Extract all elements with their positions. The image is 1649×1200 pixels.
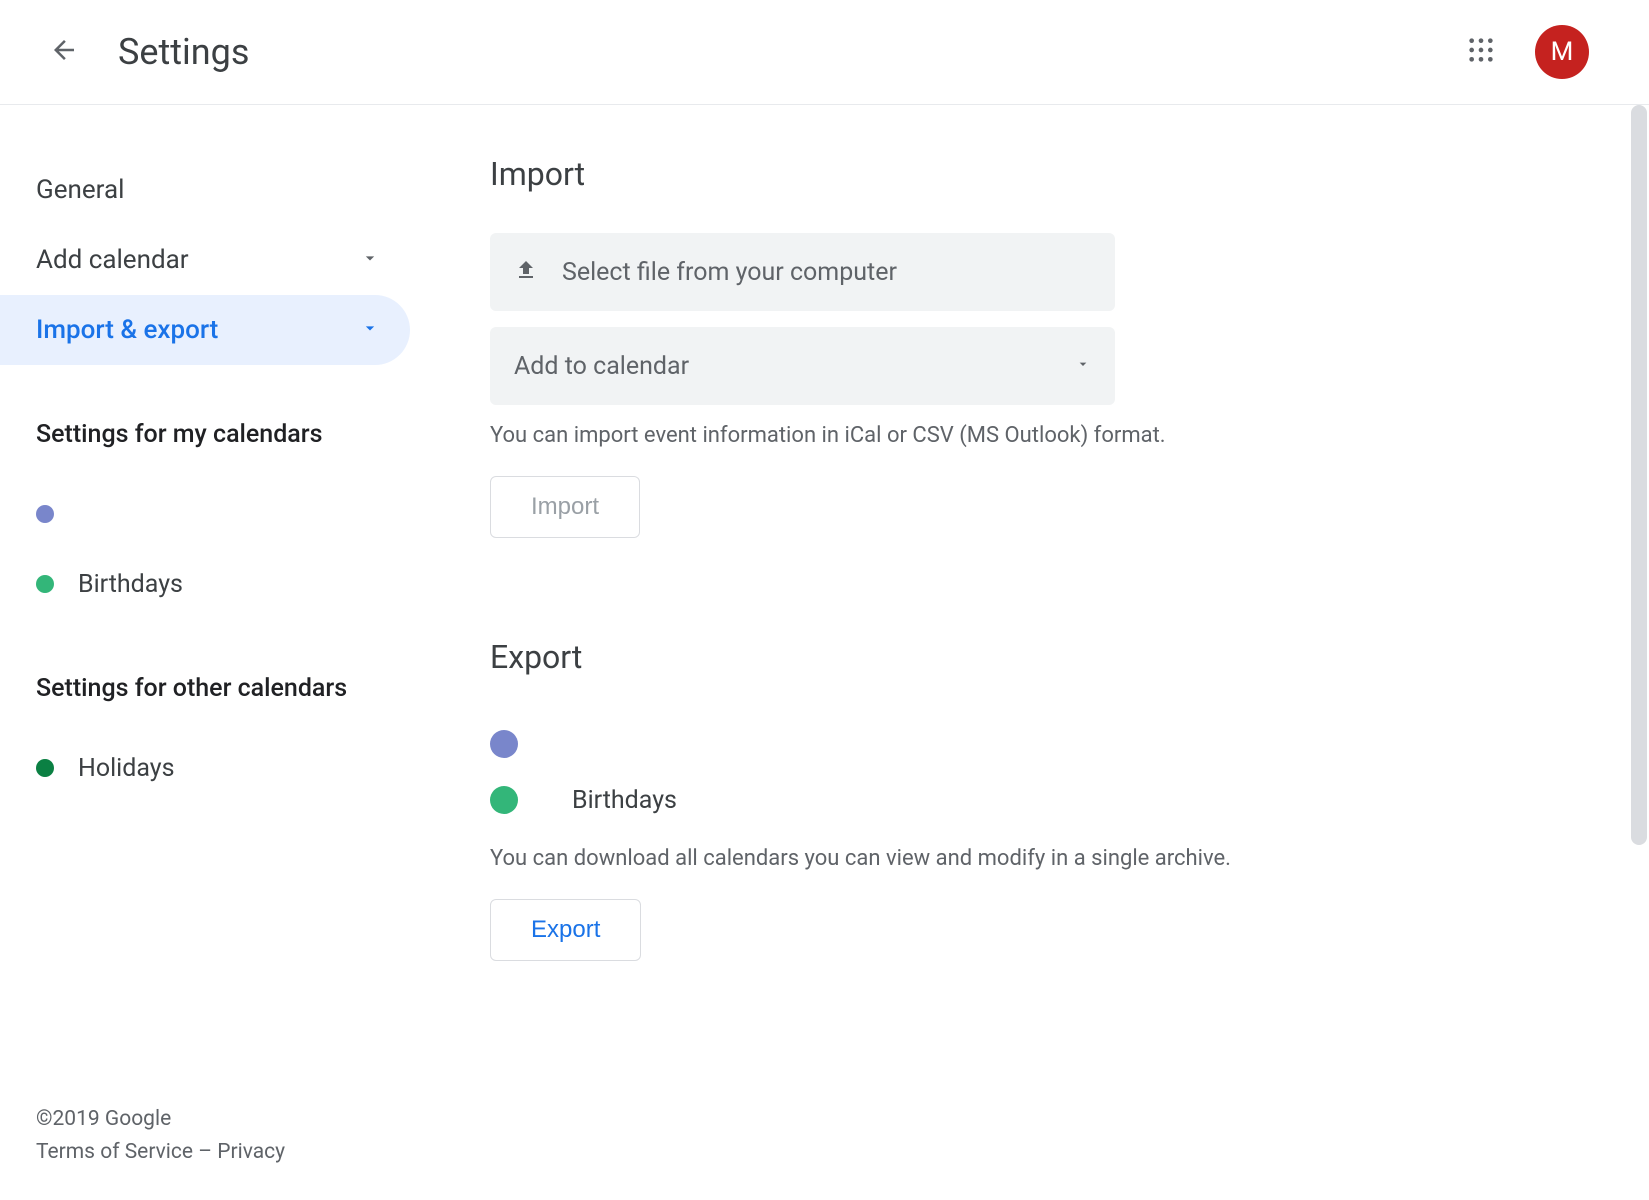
calendar-item-label: Holidays <box>78 754 175 783</box>
calendar-color-dot <box>490 786 518 814</box>
footer-separator: – <box>193 1140 217 1164</box>
calendar-item-birthdays[interactable]: Birthdays <box>0 549 470 619</box>
account-avatar[interactable]: M <box>1535 25 1589 79</box>
google-apps-button[interactable] <box>1457 28 1505 76</box>
vertical-scrollbar[interactable] <box>1631 105 1647 845</box>
settings-sidebar: General Add calendar Import & export Set… <box>0 105 470 1200</box>
nav-item-import-export[interactable]: Import & export <box>0 295 410 365</box>
add-to-calendar-label: Add to calendar <box>514 352 689 381</box>
export-calendar-row: Birthdays <box>490 772 1649 828</box>
chevron-down-icon <box>360 245 380 275</box>
copyright-text: ©2019 Google <box>36 1103 285 1137</box>
back-arrow-icon <box>49 35 79 69</box>
select-file-button[interactable]: Select file from your computer <box>490 233 1115 311</box>
nav-item-general[interactable]: General <box>0 155 410 225</box>
app-header: Settings M <box>0 0 1649 105</box>
main-content: Import Select file from your computer Ad… <box>470 105 1649 1200</box>
back-arrow-button[interactable] <box>40 28 88 76</box>
calendar-color-dot <box>490 730 518 758</box>
import-button[interactable]: Import <box>490 476 640 538</box>
other-calendars-heading: Settings for other calendars <box>0 674 470 703</box>
chevron-down-icon <box>360 315 380 345</box>
calendar-color-dot <box>36 759 54 777</box>
nav-item-add-calendar[interactable]: Add calendar <box>0 225 410 295</box>
export-title: Export <box>490 638 1649 676</box>
footer: ©2019 Google Terms of Service – Privacy <box>36 1103 285 1170</box>
calendar-item-holidays[interactable]: Holidays <box>0 733 470 803</box>
calendar-item-label: Birthdays <box>78 570 183 599</box>
add-to-calendar-dropdown[interactable]: Add to calendar <box>490 327 1115 405</box>
calendar-color-dot <box>36 505 54 523</box>
privacy-link[interactable]: Privacy <box>217 1140 285 1164</box>
import-hint: You can import event information in iCal… <box>490 423 1649 448</box>
select-file-label: Select file from your computer <box>562 258 897 287</box>
page-title: Settings <box>118 31 249 73</box>
calendar-item[interactable] <box>0 479 470 549</box>
nav-item-label: Import & export <box>36 315 218 345</box>
export-button[interactable]: Export <box>490 899 641 961</box>
export-hint: You can download all calendars you can v… <box>490 846 1649 871</box>
nav-item-label: General <box>36 175 124 205</box>
export-calendar-label: Birthdays <box>572 786 677 815</box>
dropdown-arrow-icon <box>1075 356 1091 376</box>
nav-item-label: Add calendar <box>36 245 189 275</box>
calendar-color-dot <box>36 575 54 593</box>
my-calendars-heading: Settings for my calendars <box>0 420 470 449</box>
apps-grid-icon <box>1467 36 1495 68</box>
upload-icon <box>514 258 538 286</box>
export-calendar-row <box>490 716 1649 772</box>
import-title: Import <box>490 155 1649 193</box>
terms-link[interactable]: Terms of Service <box>36 1140 193 1164</box>
